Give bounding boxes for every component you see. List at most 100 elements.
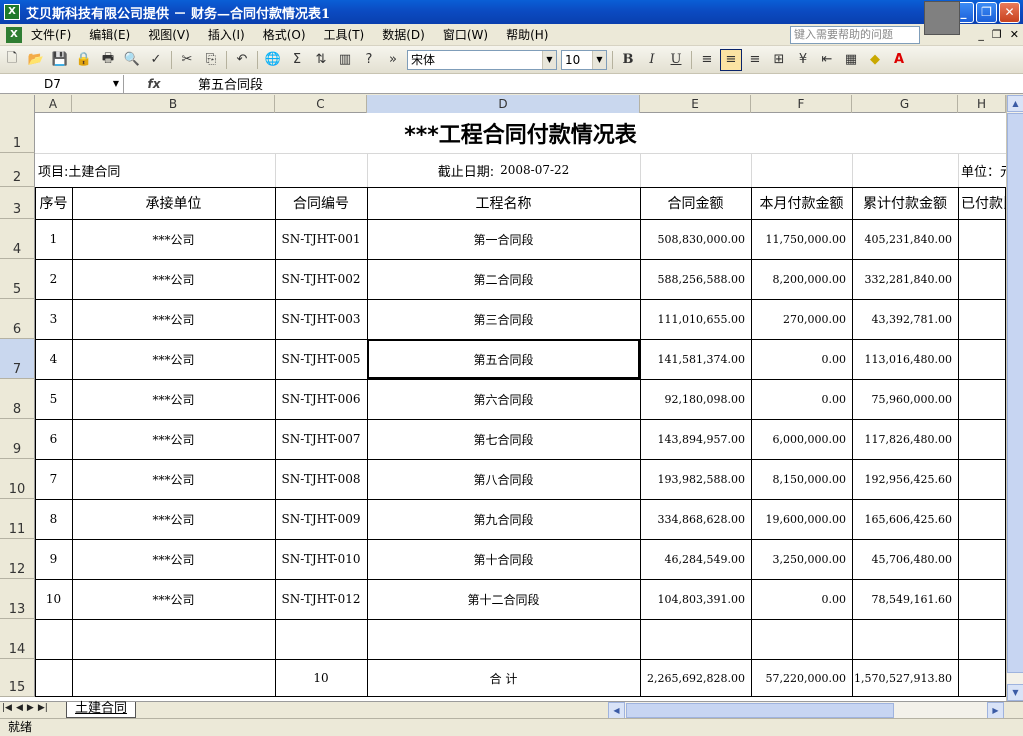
horizontal-scroll-thumb[interactable] — [626, 703, 894, 718]
scroll-left-icon[interactable]: ◀ — [608, 702, 625, 719]
cell-company[interactable]: ***公司 — [72, 419, 275, 459]
cell-code[interactable]: SN-TJHT-005 — [275, 339, 367, 379]
cell-total[interactable]: 117,826,480.00 — [852, 419, 958, 459]
cell-no[interactable]: 5 — [35, 379, 72, 419]
doc-close-button[interactable]: ✕ — [1010, 28, 1019, 41]
cell-name[interactable]: 第十合同段 — [367, 539, 640, 579]
cell-ratio[interactable] — [958, 499, 1006, 539]
cell-company[interactable]: ***公司 — [72, 579, 275, 619]
cell-code[interactable]: SN-TJHT-006 — [275, 379, 367, 419]
cell-company[interactable]: ***公司 — [72, 299, 275, 339]
scroll-down-icon[interactable]: ▼ — [1007, 684, 1023, 701]
open-icon[interactable]: 📂 — [25, 49, 47, 71]
cell-month[interactable]: 0.00 — [751, 579, 852, 619]
column-header-e[interactable]: E — [640, 95, 751, 113]
italic-icon[interactable]: I — [641, 49, 663, 71]
cell-no[interactable]: 3 — [35, 299, 72, 339]
cell-name[interactable]: 第六合同段 — [367, 379, 640, 419]
row-header-7[interactable]: 7 — [0, 339, 35, 379]
help-icon[interactable]: ? — [358, 49, 380, 71]
row-header-3[interactable]: 3 — [0, 187, 35, 219]
row-header-4[interactable]: 4 — [0, 219, 35, 259]
cell-ratio[interactable] — [958, 539, 1006, 579]
vertical-scroll-thumb[interactable] — [1007, 113, 1023, 673]
cell-total[interactable]: 78,549,161.60 — [852, 579, 958, 619]
cell-code[interactable]: SN-TJHT-007 — [275, 419, 367, 459]
last-sheet-icon[interactable]: ▶| — [38, 703, 48, 713]
column-header-g[interactable]: G — [852, 95, 958, 113]
column-header-d[interactable]: D — [367, 95, 640, 113]
header-month[interactable]: 本月付款金额 — [751, 187, 852, 219]
cell-month[interactable]: 0.00 — [751, 379, 852, 419]
cell-month[interactable]: 3,250,000.00 — [751, 539, 852, 579]
row-header-12[interactable]: 12 — [0, 539, 35, 579]
toolbar-more-icon[interactable]: » — [382, 49, 404, 71]
cut-icon[interactable]: ✂ — [176, 49, 198, 71]
cell-ratio[interactable] — [958, 579, 1006, 619]
horizontal-scrollbar[interactable]: ◀ ▶ — [608, 702, 1004, 719]
sheet-tab-tujian[interactable]: 土建合同 — [66, 702, 137, 718]
cell-no[interactable]: 4 — [35, 339, 72, 379]
cell-code[interactable]: SN-TJHT-001 — [275, 219, 367, 259]
active-cell-d7[interactable]: 第五合同段 — [367, 339, 640, 379]
cell-month[interactable]: 8,200,000.00 — [751, 259, 852, 299]
menu-window[interactable]: 窗口(W) — [434, 26, 497, 43]
cell-company[interactable]: ***公司 — [72, 219, 275, 259]
cell-month[interactable]: 19,600,000.00 — [751, 499, 852, 539]
font-color-icon[interactable]: A — [888, 49, 910, 71]
print-icon[interactable]: 🖶 — [97, 49, 119, 71]
header-ratio[interactable]: 已付款比例 — [958, 187, 1006, 219]
cell-company[interactable]: ***公司 — [72, 339, 275, 379]
bold-icon[interactable]: B — [617, 49, 639, 71]
cell-code[interactable]: SN-TJHT-012 — [275, 579, 367, 619]
cell-total[interactable]: 43,392,781.00 — [852, 299, 958, 339]
header-name[interactable]: 工程名称 — [367, 187, 640, 219]
fill-color-icon[interactable]: ◆ — [864, 49, 886, 71]
cell-name[interactable]: 第三合同段 — [367, 299, 640, 339]
doc-restore-button[interactable]: ❐ — [992, 28, 1002, 41]
row-header-13[interactable]: 13 — [0, 579, 35, 619]
cell-name[interactable]: 第十二合同段 — [367, 579, 640, 619]
row-header-15[interactable]: 15 — [0, 659, 35, 697]
office-assistant-image[interactable] — [924, 1, 960, 35]
cell-amount[interactable]: 46,284,549.00 — [640, 539, 751, 579]
chevron-down-icon[interactable]: ▼ — [592, 50, 606, 69]
column-header-b[interactable]: B — [72, 95, 275, 113]
doc-minimize-button[interactable]: _ — [978, 28, 984, 41]
menu-format[interactable]: 格式(O) — [254, 26, 315, 43]
excel-app-icon[interactable]: X — [4, 4, 20, 20]
name-box[interactable]: D7 ▼ — [0, 74, 124, 93]
cell-total[interactable]: 45,706,480.00 — [852, 539, 958, 579]
cell-month[interactable]: 270,000.00 — [751, 299, 852, 339]
cell-total[interactable]: 192,956,425.60 — [852, 459, 958, 499]
cell-no[interactable]: 10 — [35, 579, 72, 619]
cell-ratio[interactable] — [958, 419, 1006, 459]
project-cell[interactable]: 项目:土建合同 — [35, 153, 275, 187]
cell-amount[interactable]: 334,868,628.00 — [640, 499, 751, 539]
cell-company[interactable]: ***公司 — [72, 499, 275, 539]
header-no[interactable]: 序号 — [35, 187, 72, 219]
font-name-combo[interactable]: 宋体 ▼ — [407, 49, 557, 70]
first-sheet-icon[interactable]: |◀ — [2, 703, 12, 713]
cell-company[interactable]: ***公司 — [72, 379, 275, 419]
merge-center-icon[interactable]: ⊞ — [768, 49, 790, 71]
chevron-down-icon[interactable]: ▼ — [113, 75, 119, 93]
next-sheet-icon[interactable]: ▶ — [27, 703, 34, 713]
cell-total[interactable]: 405,231,840.00 — [852, 219, 958, 259]
autosum-icon[interactable]: Σ — [286, 49, 308, 71]
menu-data[interactable]: 数据(D) — [373, 26, 434, 43]
function-icon[interactable]: fx — [124, 77, 184, 91]
scroll-up-icon[interactable]: ▲ — [1007, 95, 1023, 112]
cell-month[interactable]: 11,750,000.00 — [751, 219, 852, 259]
cell-code[interactable]: SN-TJHT-002 — [275, 259, 367, 299]
font-size-combo[interactable]: 10 ▼ — [561, 49, 607, 70]
cell-no[interactable]: 6 — [35, 419, 72, 459]
row-header-6[interactable]: 6 — [0, 299, 35, 339]
save-icon[interactable]: 💾 — [49, 49, 71, 71]
hyperlink-icon[interactable]: 🌐 — [262, 49, 284, 71]
cell-total[interactable]: 165,606,425.60 — [852, 499, 958, 539]
chart-wizard-icon[interactable]: ▥ — [334, 49, 356, 71]
header-total[interactable]: 累计付款金额 — [852, 187, 958, 219]
borders-icon[interactable]: ▦ — [840, 49, 862, 71]
currency-icon[interactable]: ¥ — [792, 49, 814, 71]
